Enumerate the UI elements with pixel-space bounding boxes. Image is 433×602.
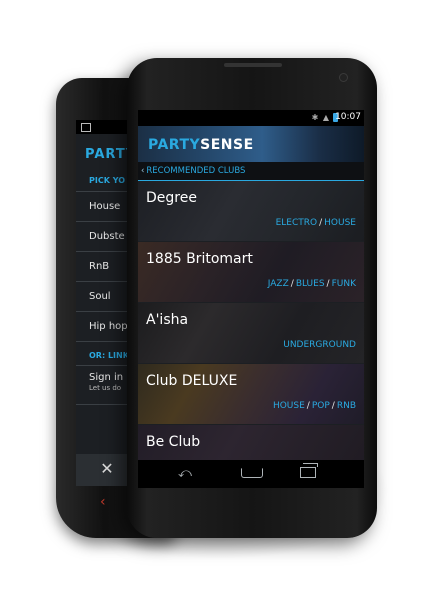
tag-separator: / [326,279,330,289]
tag-separator: / [306,401,310,411]
club-list-item[interactable]: Degree ELECTRO / HOUSE [138,181,364,242]
subheader[interactable]: ‹ RECOMMENDED CLUBS [138,162,364,181]
genre-tag: HOUSE [324,218,356,228]
camera [339,73,348,82]
club-genre-tags: UNDERGROUND [283,340,356,350]
genre-tag: BLUES [295,279,325,289]
genre-tag: RNB [336,401,356,411]
club-list: Degree ELECTRO / HOUSE 1885 Britomart JAZZ / BL… [138,181,364,486]
app-screen: ✱ ▲ 10:07 PARTYSENSE ‹ RECOMMENDED CLUBS … [138,110,364,488]
club-list-item[interactable]: A'isha UNDERGROUND [138,303,364,364]
chevron-left-icon[interactable]: ‹ [141,166,144,176]
club-name: Be Club [146,434,201,450]
club-name: Club DELUXE [146,373,238,389]
logo-part-sense: SENSE [200,137,254,153]
home-icon[interactable] [241,468,263,478]
genre-tag: HOUSE [272,401,305,411]
club-genre-tags: ELECTRO / HOUSE [276,218,356,228]
back-icon[interactable]: ‹ [100,494,106,510]
club-genre-tags: JAZZ / BLUES / FUNK [268,279,356,289]
android-nav-bar: ⤺ [138,460,364,488]
status-bar: ✱ ▲ 10:07 [138,110,364,126]
tag-separator: / [319,218,323,228]
genre-tag: FUNK [331,279,356,289]
tag-separator: / [290,279,294,289]
club-name: 1885 Britomart [146,251,253,267]
genre-tag: JAZZ [267,279,289,289]
genre-tag: ELECTRO [275,218,318,228]
club-name: Degree [146,190,197,206]
recent-apps-icon[interactable] [300,463,318,478]
sign-in-label: Sign in [89,372,124,383]
app-logo: PARTYSENSE [148,137,254,153]
earpiece [224,63,282,67]
image-icon [81,123,91,132]
app-header: PARTYSENSE [138,126,364,162]
club-list-item[interactable]: Club DELUXE HOUSE / POP / RNB [138,364,364,425]
genre-tag: POP [311,401,330,411]
logo-part-party: PARTY [148,137,201,153]
back-icon[interactable]: ⤺ [178,466,192,481]
subheader-title: RECOMMENDED CLUBS [146,166,246,176]
club-name: A'isha [146,312,189,328]
status-time: 10:07 [335,112,361,122]
tag-separator: / [331,401,335,411]
signal-icon: ✱ ▲ [311,113,330,122]
club-list-item[interactable]: 1885 Britomart JAZZ / BLUES / FUNK [138,242,364,303]
genre-tag: UNDERGROUND [283,340,356,350]
club-genre-tags: HOUSE / POP / RNB [273,401,356,411]
